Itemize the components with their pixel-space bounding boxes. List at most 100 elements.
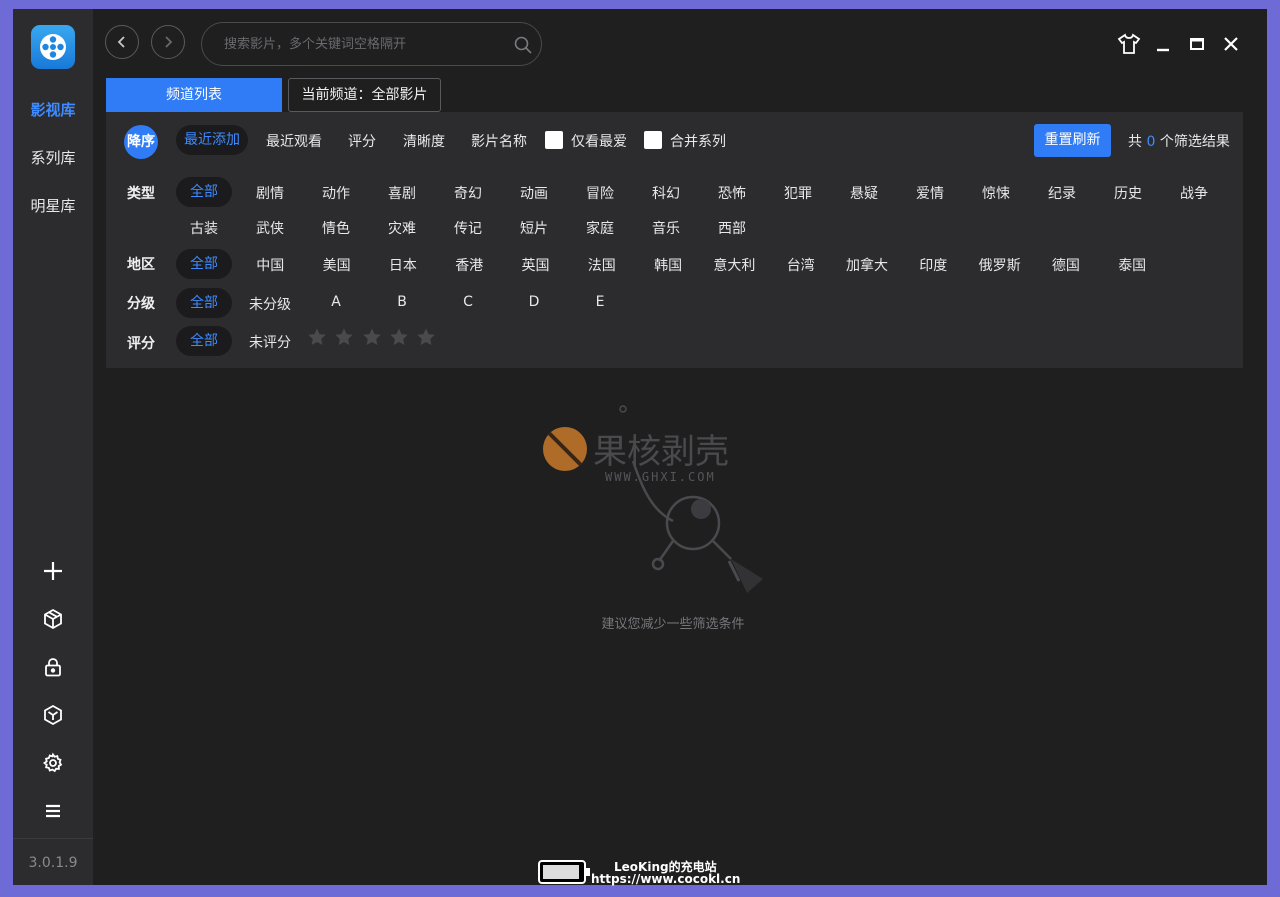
type-option-14[interactable]: 历史 — [1098, 183, 1158, 203]
empty-state-illustration: 果核剥壳 WWW.GHXI.COM — [533, 401, 773, 605]
type-option-5[interactable]: 动画 — [504, 183, 564, 203]
region-option-11[interactable]: 印度 — [903, 255, 963, 275]
grade-option-6[interactable]: E — [570, 294, 630, 310]
tab-channel-list[interactable]: 频道列表 — [106, 78, 282, 112]
grade-option-5[interactable]: D — [504, 294, 564, 310]
region-option-10[interactable]: 加拿大 — [837, 255, 897, 275]
app-logo — [31, 25, 75, 69]
type-option-3[interactable]: 喜剧 — [372, 183, 432, 203]
watermark-url-text: WWW.GHXI.COM — [605, 470, 716, 484]
sort-option-rating[interactable]: 评分 — [348, 131, 376, 151]
region-option-2[interactable]: 美国 — [307, 255, 367, 275]
forward-button[interactable] — [151, 25, 185, 59]
result-number: 0 — [1146, 134, 1156, 150]
nav-star-library[interactable]: 明星库 — [13, 195, 93, 216]
search-input[interactable] — [224, 33, 504, 55]
minimize-button[interactable] — [1150, 31, 1176, 57]
type-option-0[interactable]: 全部 — [176, 177, 232, 207]
type-option-7[interactable]: 科幻 — [636, 183, 696, 203]
region-option-4[interactable]: 香港 — [439, 255, 499, 275]
sidebar-divider — [13, 838, 93, 839]
cube-open-icon[interactable] — [41, 607, 65, 631]
plus-icon[interactable] — [41, 559, 65, 583]
type-label: 类型 — [127, 186, 155, 202]
type-option-4[interactable]: 奇幻 — [438, 183, 498, 203]
rating-option-unrated[interactable]: 未评分 — [240, 332, 300, 352]
type-option-6[interactable]: 冒险 — [570, 183, 630, 203]
type-option-1[interactable]: 剧情 — [240, 183, 300, 203]
region-option-5[interactable]: 英国 — [506, 255, 566, 275]
current-channel-label: 当前频道：全部影片 — [288, 78, 441, 112]
region-option-13[interactable]: 德国 — [1036, 255, 1096, 275]
region-option-8[interactable]: 意大利 — [704, 255, 764, 275]
type-option-15[interactable]: 战争 — [1164, 183, 1224, 203]
result-prefix: 共 — [1128, 134, 1142, 150]
star-icon[interactable] — [362, 327, 382, 347]
region-option-3[interactable]: 日本 — [373, 255, 433, 275]
sort-direction-button[interactable]: 降序 — [124, 125, 158, 159]
region-option-12[interactable]: 俄罗斯 — [970, 255, 1030, 275]
result-count: 共 0 个筛选结果 — [1128, 131, 1230, 151]
watermark-line2: https://www.cocokl.cn — [591, 872, 741, 886]
region-label: 地区 — [127, 257, 155, 273]
sort-option-title[interactable]: 影片名称 — [471, 131, 527, 151]
merge-series-checkbox[interactable] — [644, 131, 662, 149]
sort-option-recent-watched[interactable]: 最近观看 — [266, 131, 322, 151]
type-option-row2-1[interactable]: 武侠 — [240, 218, 300, 238]
close-button[interactable] — [1218, 31, 1244, 57]
region-option-1[interactable]: 中国 — [240, 255, 300, 275]
sort-option-resolution[interactable]: 清晰度 — [403, 131, 445, 151]
type-option-row2-7[interactable]: 音乐 — [636, 218, 696, 238]
type-option-row2-8[interactable]: 西部 — [702, 218, 762, 238]
favorites-only-label: 仅看最爱 — [571, 134, 627, 150]
star-icon[interactable] — [416, 327, 436, 347]
type-option-row2-5[interactable]: 短片 — [504, 218, 564, 238]
region-option-14[interactable]: 泰国 — [1102, 255, 1162, 275]
type-option-13[interactable]: 纪录 — [1032, 183, 1092, 203]
type-option-10[interactable]: 悬疑 — [834, 183, 894, 203]
rating-option-all[interactable]: 全部 — [176, 326, 232, 356]
favorites-only-checkbox[interactable] — [545, 131, 563, 149]
grade-option-0[interactable]: 全部 — [176, 288, 232, 318]
filter-panel: 降序 最近添加 最近观看 评分 清晰度 影片名称 仅看最爱 合并系列 重置刷新 … — [106, 112, 1243, 368]
skin-button[interactable] — [1116, 31, 1142, 57]
nav-movie-library[interactable]: 影视库 — [13, 99, 93, 120]
lock-icon[interactable] — [41, 655, 65, 679]
type-option-row2-2[interactable]: 情色 — [306, 218, 366, 238]
search-box — [201, 22, 542, 66]
star-icon[interactable] — [389, 327, 409, 347]
menu-icon[interactable] — [41, 799, 65, 823]
grade-option-4[interactable]: C — [438, 294, 498, 310]
box-icon[interactable] — [41, 703, 65, 727]
region-option-0[interactable]: 全部 — [176, 249, 232, 279]
battery-icon — [538, 860, 590, 884]
grade-option-1[interactable]: 未分级 — [240, 294, 300, 314]
grade-option-3[interactable]: B — [372, 294, 432, 310]
star-icon[interactable] — [307, 327, 327, 347]
back-button[interactable] — [105, 25, 139, 59]
type-option-row2-0[interactable]: 古装 — [174, 218, 234, 238]
reset-refresh-button[interactable]: 重置刷新 — [1034, 124, 1111, 157]
star-icon[interactable] — [334, 327, 354, 347]
app-window: 影视库 系列库 明星库 3.0.1.9 搜索影片，多个关键词空格隔开 频道列表 … — [13, 9, 1267, 885]
search-icon[interactable] — [513, 35, 533, 59]
merge-series-label: 合并系列 — [670, 134, 726, 150]
maximize-button[interactable] — [1184, 31, 1210, 57]
sort-option-recent-added[interactable]: 最近添加 — [176, 125, 248, 155]
type-option-row2-4[interactable]: 传记 — [438, 218, 498, 238]
region-option-9[interactable]: 台湾 — [771, 255, 831, 275]
watermark-brand-text: 果核剥壳 — [593, 432, 729, 472]
type-option-8[interactable]: 恐怖 — [702, 183, 762, 203]
type-option-row2-3[interactable]: 灾难 — [372, 218, 432, 238]
type-option-11[interactable]: 爱情 — [900, 183, 960, 203]
empty-state-message: 建议您减少一些筛选条件 — [601, 617, 745, 632]
region-option-6[interactable]: 法国 — [572, 255, 632, 275]
type-option-9[interactable]: 犯罪 — [768, 183, 828, 203]
type-option-row2-6[interactable]: 家庭 — [570, 218, 630, 238]
type-option-2[interactable]: 动作 — [306, 183, 366, 203]
type-option-12[interactable]: 惊悚 — [966, 183, 1026, 203]
region-option-7[interactable]: 韩国 — [638, 255, 698, 275]
gear-icon[interactable] — [41, 751, 65, 775]
grade-option-2[interactable]: A — [306, 294, 366, 310]
nav-series-library[interactable]: 系列库 — [13, 147, 93, 168]
